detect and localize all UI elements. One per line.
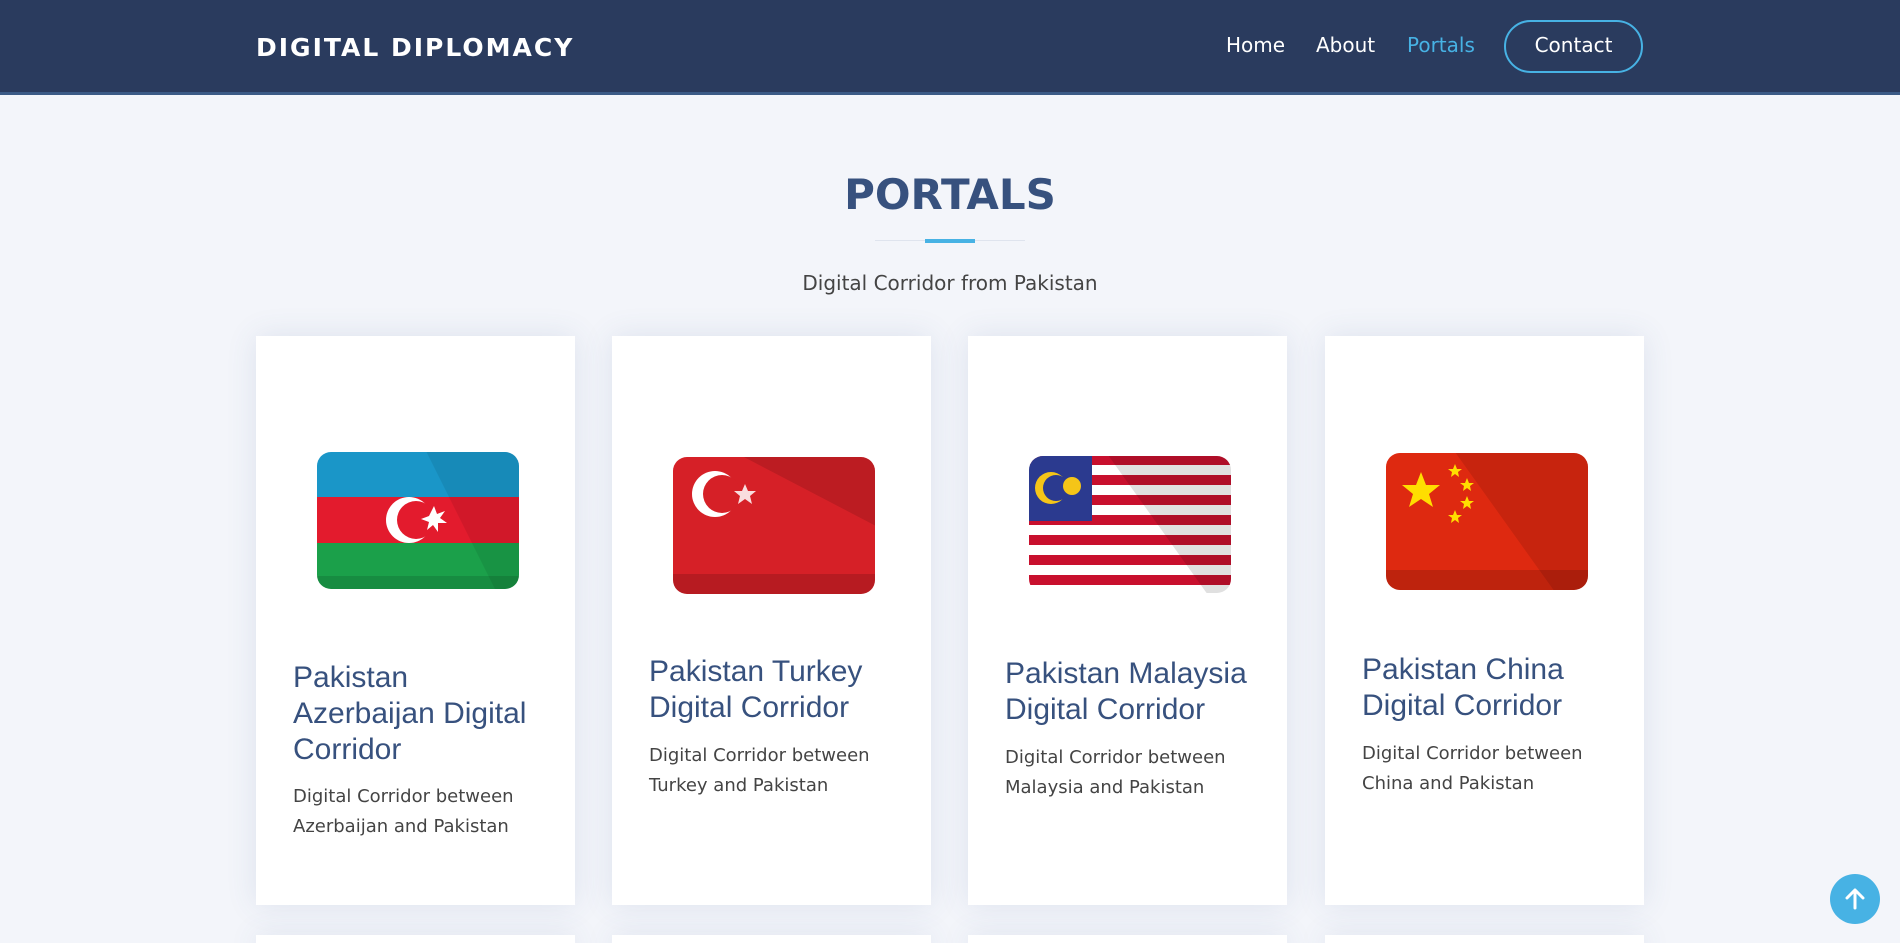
portal-card-azerbaijan[interactable]: Pakistan Azerbaijan Digital Corridor Dig… [256, 336, 575, 905]
portal-card-partial [256, 935, 575, 943]
china-flag-icon [1386, 453, 1588, 590]
nav-portals[interactable]: Portals [1407, 33, 1475, 57]
site-header: DIGITAL DIPLOMACY Home About Portals Con… [0, 0, 1900, 95]
portal-title[interactable]: Pakistan Azerbaijan Digital Corridor [293, 660, 553, 768]
portal-title[interactable]: Pakistan Malaysia Digital Corridor [1005, 656, 1265, 728]
portal-card-partial [968, 935, 1287, 943]
portal-description: Digital Corridor between Azerbaijan and … [293, 786, 514, 837]
section-subtitle: Digital Corridor from Pakistan [802, 271, 1098, 295]
portal-description: Digital Corridor between China and Pakis… [1362, 743, 1583, 794]
section-title: PORTALS [844, 170, 1056, 219]
portal-description: Digital Corridor between Turkey and Paki… [649, 745, 870, 796]
portal-card-turkey[interactable]: Pakistan Turkey Digital Corridor Digital… [612, 336, 931, 905]
portal-title[interactable]: Pakistan China Digital Corridor [1362, 652, 1622, 724]
nav-about[interactable]: About [1316, 33, 1375, 57]
arrow-up-icon [1845, 888, 1865, 910]
portal-card-malaysia[interactable]: Pakistan Malaysia Digital Corridor Digit… [968, 336, 1287, 905]
portal-description: Digital Corridor between Malaysia and Pa… [1005, 747, 1226, 798]
portal-card-china[interactable]: Pakistan China Digital Corridor Digital … [1325, 336, 1644, 905]
azerbaijan-flag-icon [317, 452, 519, 589]
title-accent-bar [925, 239, 975, 243]
contact-button[interactable]: Contact [1504, 20, 1643, 73]
back-to-top-button[interactable] [1830, 874, 1880, 924]
malaysia-flag-icon [1029, 456, 1231, 593]
nav-home[interactable]: Home [1226, 33, 1285, 57]
turkey-flag-icon [673, 457, 875, 594]
portal-title[interactable]: Pakistan Turkey Digital Corridor [649, 654, 909, 726]
portal-card-partial [612, 935, 931, 943]
portal-card-partial [1325, 935, 1644, 943]
site-logo[interactable]: DIGITAL DIPLOMACY [256, 33, 574, 62]
